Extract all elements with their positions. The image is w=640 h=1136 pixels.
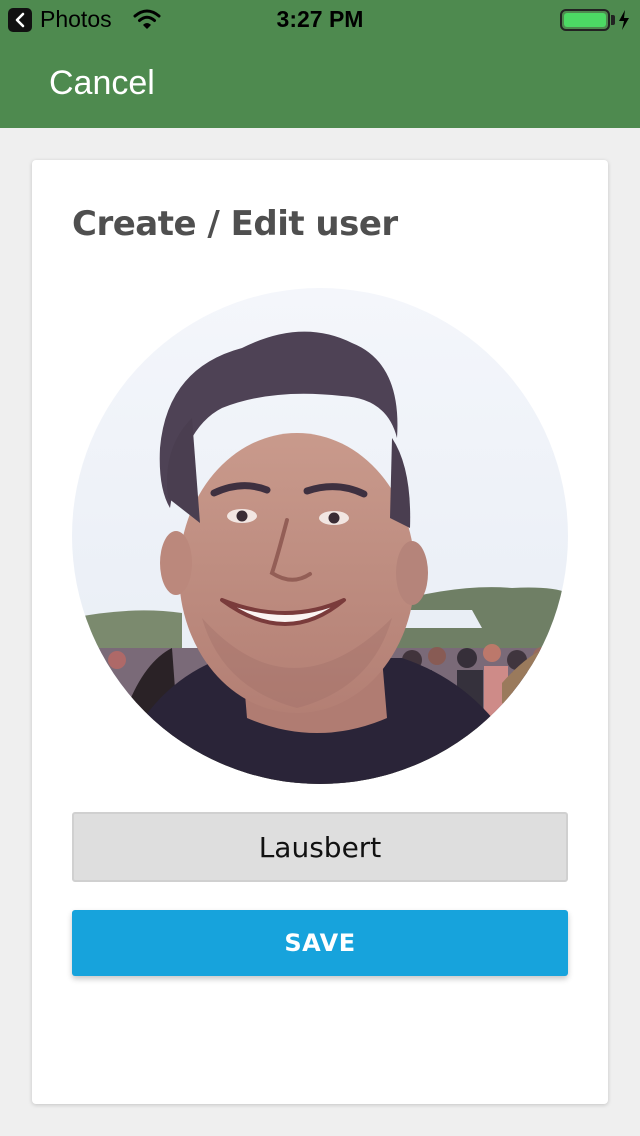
edit-user-card: Create / Edit user Lausbert SAVE: [32, 160, 608, 1104]
avatar[interactable]: [72, 288, 568, 784]
battery-level: [564, 13, 606, 27]
status-time: 3:27 PM: [276, 6, 364, 32]
battery-tip: [611, 15, 615, 25]
save-button[interactable]: SAVE: [72, 910, 568, 976]
page-title: Create / Edit user: [72, 204, 398, 244]
charging-bolt-icon: [618, 9, 630, 36]
status-bar: Photos 3:27 PM: [0, 0, 640, 40]
battery-icon: [560, 9, 610, 31]
name-input[interactable]: [72, 812, 568, 882]
user-photo-icon: [72, 288, 568, 784]
cancel-button[interactable]: Cancel: [49, 64, 155, 103]
navigation-bar: Cancel: [0, 40, 640, 128]
